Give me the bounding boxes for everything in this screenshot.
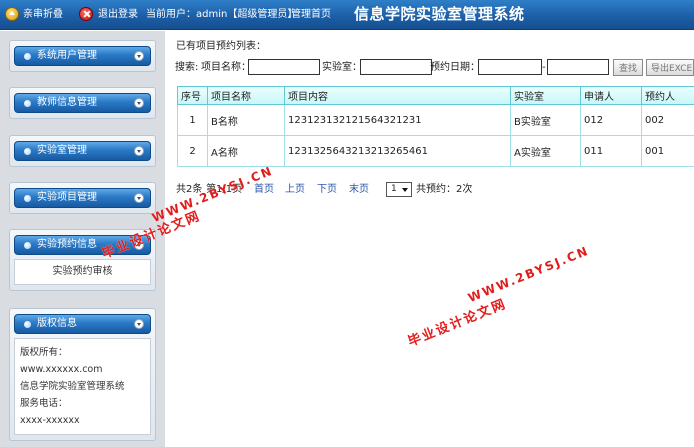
copyright-title: 版权信息 — [37, 318, 77, 329]
chevron-down-icon[interactable] — [134, 319, 144, 329]
last-page-link[interactable]: 末页 — [349, 182, 369, 198]
list-title: 已有项目预约列表： — [176, 41, 266, 52]
menu-label: 教师信息管理 — [37, 97, 97, 108]
chevron-down-icon[interactable] — [134, 193, 144, 203]
copyright-line: 服务电话： — [20, 398, 68, 409]
search-label: 搜索: — [175, 62, 199, 73]
prev-page-link[interactable]: 上页 — [285, 182, 305, 198]
export-excel-button[interactable]: 导出EXCEL — [646, 59, 694, 76]
table-cell: 012 — [580, 104, 642, 136]
table-cell: 002 — [641, 104, 694, 136]
copyright-line: www.xxxxxx.com — [20, 364, 103, 375]
project-name-label: 项目名称： — [201, 62, 251, 73]
table-row[interactable]: 1 B名称 12312313212156432123​1 B实验室 012 00… — [177, 104, 694, 136]
date-separator: - — [542, 62, 546, 73]
table-header-row: 序号 项目名称 项目内容 实验室 申请人 预约人 — [177, 86, 694, 105]
logout-link[interactable]: 退出登录 — [98, 8, 138, 22]
date-to-input[interactable] — [547, 59, 609, 75]
top-bar: 亲串折叠 退出登录 当前用户：admin【超级管理员】 管理首页 信息学院实验室… — [0, 0, 694, 30]
lab-label: 实验室： — [322, 62, 362, 73]
menu-system-users: 系统用户管理 — [9, 40, 156, 72]
page-select[interactable]: 1 — [386, 182, 412, 197]
table-row[interactable]: 2 A名称 1231325643213213265461 A实验室 011 00… — [177, 135, 694, 167]
bullet-icon — [24, 148, 31, 155]
menu-label: 实验项目管理 — [37, 192, 97, 203]
copyright-panel: 版权信息 版权所有： www.xxxxxx.com 信息学院实验室管理系统 服务… — [9, 308, 156, 441]
column-header: 项目名称 — [207, 86, 285, 105]
bullet-icon — [24, 195, 31, 202]
admin-home-link[interactable]: 管理首页 — [291, 8, 331, 22]
chevron-down-icon[interactable] — [134, 98, 144, 108]
date-label: 预约日期： — [430, 62, 480, 73]
reservation-total: 共预约：2次 — [416, 184, 473, 195]
copyright-info: 版权所有： www.xxxxxx.com 信息学院实验室管理系统 服务电话： x… — [14, 338, 151, 435]
table-cell: 2 — [177, 135, 208, 167]
copyright-header[interactable]: 版权信息 — [14, 314, 151, 334]
current-user: 当前用户：admin【超级管理员】 — [146, 9, 298, 20]
chevron-down-icon[interactable] — [134, 51, 144, 61]
next-page-link[interactable]: 下页 — [317, 182, 337, 198]
table-cell: B名称 — [207, 104, 285, 136]
menu-teachers: 教师信息管理 — [9, 87, 156, 119]
menu-header-system-users[interactable]: 系统用户管理 — [14, 46, 151, 66]
table-cell: B实验室 — [510, 104, 581, 136]
table-cell: A名称 — [207, 135, 285, 167]
menu-labs: 实验室管理 — [9, 135, 156, 167]
exit-icon[interactable] — [79, 7, 93, 21]
menu-projects: 实验项目管理 — [9, 182, 156, 214]
menu-item-reservation-review[interactable]: 实验预约审核 — [14, 259, 151, 285]
date-from-input[interactable] — [478, 59, 542, 75]
find-button[interactable]: 查找 — [613, 59, 643, 76]
menu-label: 实验预约信息 — [37, 239, 97, 250]
menu-header-teachers[interactable]: 教师信息管理 — [14, 93, 151, 113]
bullet-icon — [24, 100, 31, 107]
main-content: 已有项目预约列表： 搜索: 项目名称： 实验室： 预约日期： - 查找 导出EX… — [165, 31, 694, 447]
home-link[interactable]: 亲串折叠 — [23, 8, 63, 22]
table-cell: 011 — [580, 135, 642, 167]
table-cell: 12312313212156432123​1 — [284, 104, 511, 136]
bullet-icon — [24, 321, 31, 328]
column-header: 序号 — [177, 86, 208, 105]
copyright-line: xxxx-xxxxxx — [20, 415, 80, 426]
table-cell: 001 — [641, 135, 694, 167]
bullet-icon — [24, 53, 31, 60]
column-header: 预约人 — [641, 86, 694, 105]
column-header: 实验室 — [510, 86, 581, 105]
copyright-line: 信息学院实验室管理系统 — [20, 381, 125, 392]
chevron-down-icon[interactable] — [134, 146, 144, 156]
table-cell: A实验室 — [510, 135, 581, 167]
copyright-line: 版权所有： — [20, 347, 68, 358]
menu-header-projects[interactable]: 实验项目管理 — [14, 188, 151, 208]
table-cell: 1 — [177, 104, 208, 136]
menu-header-labs[interactable]: 实验室管理 — [14, 141, 151, 161]
bullet-icon — [24, 242, 31, 249]
system-title: 信息学院实验室管理系统 — [354, 5, 525, 23]
project-name-input[interactable] — [248, 59, 320, 75]
menu-label: 实验室管理 — [37, 145, 87, 156]
table-cell: 1231325643213213265461 — [284, 135, 511, 167]
menu-label: 系统用户管理 — [37, 50, 97, 61]
column-header: 申请人 — [580, 86, 642, 105]
column-header: 项目内容 — [284, 86, 511, 105]
lab-input[interactable] — [360, 59, 432, 75]
page-select-value: 1 — [391, 184, 397, 194]
reservation-table: 序号 项目名称 项目内容 实验室 申请人 预约人 1 B名称 123123132… — [177, 86, 694, 167]
home-icon[interactable] — [5, 7, 19, 21]
